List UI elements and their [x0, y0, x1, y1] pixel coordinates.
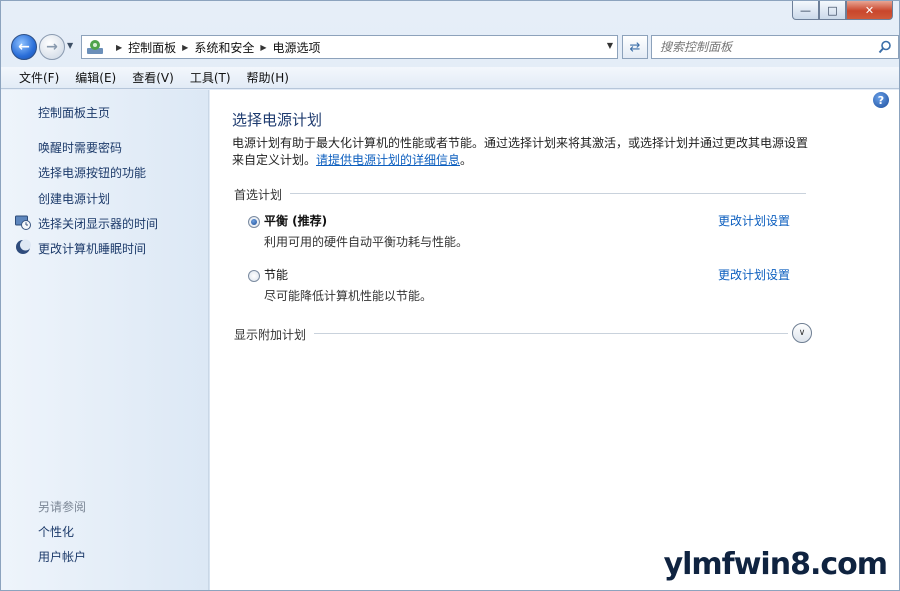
intro-text: 电源计划有助于最大化计算机的性能或者节能。通过选择计划来将其激活，或选择计划并通…: [232, 135, 812, 169]
expand-chevron-icon[interactable]: ∨: [792, 323, 812, 343]
address-bar[interactable]: ▶ 控制面板 ▶ 系统和安全 ▶ 电源选项 ▼: [81, 35, 618, 59]
divider: [314, 333, 788, 334]
plan-power-saver-settings-link[interactable]: 更改计划设置: [718, 266, 790, 283]
plan-power-saver-radio[interactable]: [248, 270, 260, 282]
window: — □ ✕ ← → ▼ ▶ 控制面板 ▶ 系统和安全 ▶ 电源选项 ▼ ⇄ 搜索…: [0, 0, 900, 591]
menu-tools[interactable]: 工具(T): [182, 69, 239, 86]
sidebar: 控制面板主页 唤醒时需要密码 选择电源按钮的功能 创建电源计划 选择关闭显示器的…: [1, 90, 209, 590]
maximize-button[interactable]: □: [819, 1, 846, 20]
sleep-moon-icon: [16, 239, 31, 254]
forward-arrow-icon: →: [46, 39, 58, 55]
main-content: ? 选择电源计划 电源计划有助于最大化计算机的性能或者节能。通过选择计划来将其激…: [210, 90, 899, 590]
menu-help[interactable]: 帮助(H): [239, 69, 297, 86]
search-icon[interactable]: [878, 40, 892, 54]
sidebar-sleep-time[interactable]: 更改计算机睡眠时间: [38, 240, 146, 257]
plan-balanced-desc: 利用可用的硬件自动平衡功耗与性能。: [264, 235, 469, 249]
breadcrumb-control-panel[interactable]: 控制面板: [128, 39, 176, 56]
intro-end: 。: [460, 153, 473, 167]
divider: [290, 193, 806, 194]
breadcrumb-separator-icon[interactable]: ▶: [182, 43, 188, 52]
menu-edit[interactable]: 编辑(E): [67, 69, 124, 86]
close-button[interactable]: ✕: [846, 1, 893, 20]
sidebar-control-panel-home[interactable]: 控制面板主页: [38, 104, 110, 121]
search-input[interactable]: [660, 40, 860, 54]
breadcrumb-power-options[interactable]: 电源选项: [273, 39, 321, 56]
watermark-logo: ylmfwin8.com: [663, 547, 888, 582]
menu-view[interactable]: 查看(V): [124, 69, 182, 86]
plan-power-saver-name[interactable]: 节能: [264, 266, 288, 283]
caption-buttons: — □ ✕: [792, 1, 893, 21]
plan-power-saver-desc: 尽可能降低计算机性能以节能。: [264, 289, 433, 303]
sidebar-require-password[interactable]: 唤醒时需要密码: [38, 139, 122, 156]
navigation-bar: ← → ▼ ▶ 控制面板 ▶ 系统和安全 ▶ 电源选项 ▼ ⇄: [9, 31, 899, 61]
menu-file[interactable]: 文件(F): [11, 69, 67, 86]
refresh-button[interactable]: ⇄: [622, 35, 648, 59]
sidebar-user-accounts[interactable]: 用户帐户: [38, 548, 86, 565]
plan-details-link[interactable]: 请提供电源计划的详细信息: [316, 153, 460, 167]
refresh-icon: ⇄: [629, 39, 641, 55]
display-clock-icon: [15, 215, 31, 230]
control-panel-icon: [87, 40, 103, 54]
address-dropdown-icon[interactable]: ▼: [607, 41, 613, 50]
recent-pages-dropdown-icon[interactable]: ▼: [67, 41, 73, 50]
back-arrow-icon: ←: [18, 39, 30, 55]
sidebar-personalization[interactable]: 个性化: [38, 523, 74, 540]
breadcrumb-separator-icon[interactable]: ▶: [260, 43, 266, 52]
plan-balanced-settings-link[interactable]: 更改计划设置: [718, 212, 790, 229]
sidebar-create-plan[interactable]: 创建电源计划: [38, 190, 110, 207]
preferred-plans-heading: 首选计划: [234, 188, 283, 202]
sidebar-power-buttons[interactable]: 选择电源按钮的功能: [38, 164, 146, 181]
menu-bar: 文件(F) 编辑(E) 查看(V) 工具(T) 帮助(H): [1, 67, 899, 89]
breadcrumb-system-security[interactable]: 系统和安全: [194, 39, 254, 56]
minimize-button[interactable]: —: [792, 1, 819, 20]
help-icon[interactable]: ?: [873, 92, 889, 108]
back-button[interactable]: ←: [11, 34, 37, 60]
additional-plans-heading[interactable]: 显示附加计划: [234, 326, 306, 343]
plan-balanced-name[interactable]: 平衡 (推荐): [264, 212, 327, 229]
see-also-heading: 另请参阅: [38, 500, 87, 514]
page-title: 选择电源计划: [232, 111, 323, 129]
forward-button[interactable]: →: [39, 34, 65, 60]
plan-balanced-radio[interactable]: [248, 216, 260, 228]
search-box[interactable]: [651, 35, 899, 59]
breadcrumb-separator-icon: ▶: [116, 42, 123, 52]
sidebar-display-off-time[interactable]: 选择关闭显示器的时间: [38, 215, 158, 232]
